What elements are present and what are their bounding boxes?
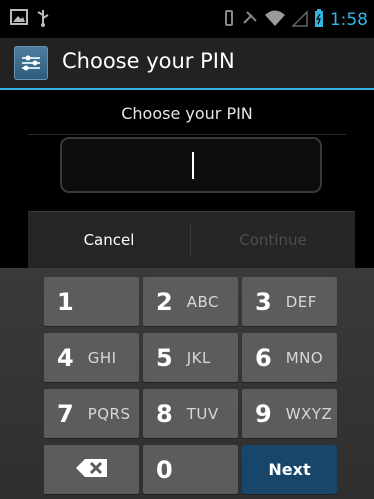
settings-app-icon[interactable] <box>14 46 48 80</box>
key-digit: 2 <box>156 287 173 316</box>
key-letters: GHI <box>87 348 117 367</box>
key-letters: MNO <box>285 348 324 367</box>
pin-input[interactable] <box>60 137 322 193</box>
key-9[interactable]: 9 WXYZ <box>242 389 337 438</box>
key-letters: DEF <box>285 292 317 311</box>
no-signal-icon <box>242 9 258 31</box>
image-icon <box>10 9 28 31</box>
backspace-icon <box>75 458 109 482</box>
key-digit: 0 <box>156 455 173 484</box>
header-divider <box>28 134 346 135</box>
key-3[interactable]: 3 DEF <box>242 277 337 326</box>
status-right-icons: 1:58 <box>222 8 368 32</box>
numeric-keypad: 1 2 ABC 3 DEF 4 GHI 5 JKL 6 MNO 7 PQRS 8… <box>0 268 374 499</box>
key-digit: 6 <box>255 343 272 372</box>
vibrate-icon <box>222 9 236 31</box>
key-digit: 8 <box>156 399 173 428</box>
key-8[interactable]: 8 TUV <box>143 389 238 438</box>
key-1[interactable]: 1 <box>44 277 139 326</box>
key-2[interactable]: 2 ABC <box>143 277 238 326</box>
next-key-label: Next <box>268 460 311 479</box>
key-letters: PQRS <box>87 404 131 423</box>
key-digit: 5 <box>156 343 173 372</box>
key-0[interactable]: 0 <box>143 445 238 494</box>
key-digit: 1 <box>57 287 74 316</box>
key-letters: TUV <box>186 404 219 423</box>
cell-signal-icon <box>291 9 308 31</box>
key-5[interactable]: 5 JKL <box>143 333 238 382</box>
cancel-button[interactable]: Cancel <box>28 212 190 268</box>
key-7[interactable]: 7 PQRS <box>44 389 139 438</box>
battery-icon <box>314 8 324 32</box>
status-left-icons <box>10 9 50 31</box>
button-bar: Cancel Continue <box>28 211 355 268</box>
text-cursor <box>192 152 194 179</box>
key-digit: 7 <box>57 399 74 428</box>
key-digit: 4 <box>57 343 74 372</box>
pin-prompt-label: Choose your PIN <box>121 104 253 123</box>
key-letters: ABC <box>186 292 219 311</box>
wifi-icon <box>264 9 286 31</box>
key-digit: 3 <box>255 287 272 316</box>
continue-button[interactable]: Continue <box>191 212 355 268</box>
key-letters: WXYZ <box>285 404 333 423</box>
clock: 1:58 <box>329 10 368 30</box>
usb-icon <box>36 9 50 31</box>
key-4[interactable]: 4 GHI <box>44 333 139 382</box>
page-title: Choose your PIN <box>62 49 235 73</box>
delete-key[interactable] <box>44 445 139 494</box>
next-key[interactable]: Next <box>242 445 337 494</box>
key-digit: 9 <box>255 399 272 428</box>
key-6[interactable]: 6 MNO <box>242 333 337 382</box>
action-bar: Choose your PIN <box>0 38 374 90</box>
key-letters: JKL <box>186 348 211 367</box>
status-bar: 1:58 <box>0 0 374 38</box>
